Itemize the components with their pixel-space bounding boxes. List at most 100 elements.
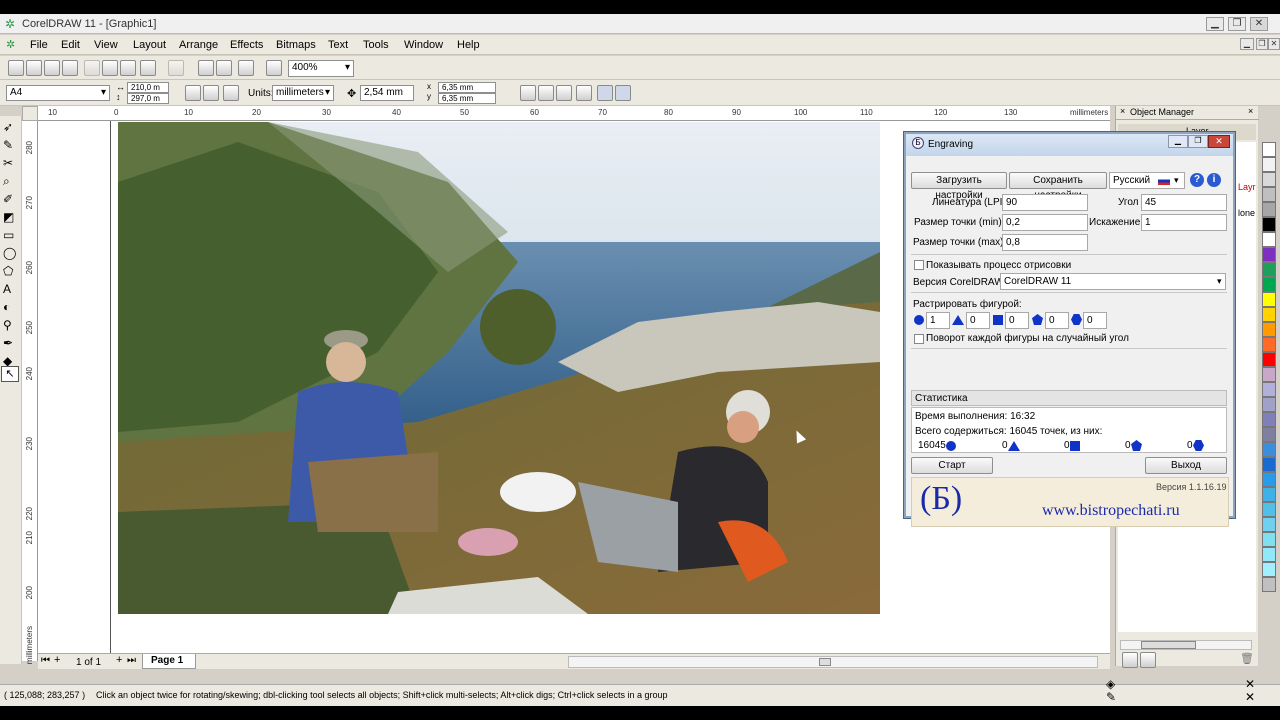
doc-close-button[interactable]: ✕ (1268, 38, 1280, 50)
palette-swatch[interactable] (1262, 472, 1276, 487)
corel-version-select[interactable]: CorelDRAW 11 ▾ (1000, 273, 1226, 290)
palette-swatch[interactable] (1262, 487, 1276, 502)
palette-swatch[interactable] (1262, 262, 1276, 277)
add-page-after-icon[interactable]: + (116, 654, 122, 666)
palette-swatch[interactable] (1262, 337, 1276, 352)
undo-icon[interactable] (140, 60, 156, 76)
dot-min-input[interactable]: 0,2 (1002, 214, 1088, 231)
scroll-thumb[interactable] (819, 658, 831, 666)
horizontal-scrollbar[interactable] (568, 656, 1098, 668)
save-settings-button[interactable]: Сохранить настройки (1009, 172, 1107, 201)
brand-banner[interactable]: (Б) Версия 1.1.16.19 www.bistropechati.r… (911, 477, 1229, 527)
app-launcher-icon[interactable] (238, 60, 254, 76)
snap-guides-icon[interactable] (538, 85, 554, 101)
menu-view[interactable]: View (94, 39, 118, 51)
doc-minimize-button[interactable]: ▁ (1240, 38, 1254, 50)
dialog-minimize-button[interactable]: ▁ (1168, 135, 1188, 148)
menu-effects[interactable]: Effects (230, 39, 263, 51)
knife-tool-icon[interactable]: ✂ (3, 156, 13, 170)
landscape-icon[interactable] (203, 85, 219, 101)
docker-scroll-thumb[interactable] (1141, 641, 1196, 649)
palette-swatch[interactable] (1262, 397, 1276, 412)
freehand-tool-icon[interactable]: ✐ (3, 192, 13, 206)
paste-icon[interactable] (120, 60, 136, 76)
rectangle-tool-icon[interactable]: ▭ (3, 228, 14, 242)
triangle-count-input[interactable]: 0 (966, 312, 990, 329)
load-settings-button[interactable]: Загрузить настройки (911, 172, 1007, 201)
save-icon[interactable] (44, 60, 60, 76)
portrait-icon[interactable] (185, 85, 201, 101)
docker-close-icon[interactable]: × (1248, 106, 1253, 116)
maximize-button[interactable]: ❐ (1228, 17, 1246, 31)
palette-swatch[interactable] (1262, 562, 1276, 577)
shape-tool-icon[interactable]: ✎ (3, 138, 13, 152)
duplicate-x-field[interactable]: 6,35 mm (438, 82, 496, 93)
redo-icon[interactable] (168, 60, 184, 76)
dynamic-guides-icon[interactable] (576, 85, 592, 101)
angle-input[interactable]: 45 (1141, 194, 1227, 211)
palette-swatch[interactable] (1262, 532, 1276, 547)
export-icon[interactable] (216, 60, 232, 76)
vertical-ruler[interactable]: 280 270 260 250 240 230 220 210 200 mill… (22, 121, 38, 664)
palette-swatch[interactable] (1262, 172, 1276, 187)
palette-swatch[interactable] (1262, 412, 1276, 427)
text-tool-icon[interactable]: A (3, 282, 11, 296)
info-icon[interactable]: i (1207, 173, 1221, 187)
paper-type-select[interactable]: A4 (6, 85, 110, 101)
palette-swatch[interactable] (1262, 367, 1276, 382)
snap-objects-icon[interactable] (556, 85, 572, 101)
menu-arrange[interactable]: Arrange (179, 39, 218, 51)
menu-tools[interactable]: Tools (363, 39, 389, 51)
all-pages-icon[interactable] (223, 85, 239, 101)
palette-swatch[interactable] (1262, 202, 1276, 217)
exit-button[interactable]: Выход (1145, 457, 1227, 474)
draw-wysiwyg-icon[interactable] (615, 85, 631, 101)
palette-swatch[interactable] (1262, 247, 1276, 262)
smart-fill-tool-icon[interactable]: ◩ (3, 210, 14, 224)
polygon-tool-icon[interactable]: ⬠ (3, 264, 13, 278)
palette-swatch[interactable] (1262, 382, 1276, 397)
pick-tool-icon[interactable]: ➶ (3, 120, 13, 134)
outline-tool-icon[interactable]: ✒ (3, 336, 13, 350)
last-page-icon[interactable]: ⏭ (127, 655, 136, 666)
pentagon-count-input[interactable]: 0 (1045, 312, 1069, 329)
palette-swatch[interactable] (1262, 232, 1276, 247)
palette-swatch[interactable] (1262, 157, 1276, 172)
delete-icon[interactable]: 🗑 (1240, 652, 1254, 665)
page-tab[interactable]: Page 1 (142, 654, 196, 669)
square-count-input[interactable]: 0 (1005, 312, 1029, 329)
snap-grid-icon[interactable] (520, 85, 536, 101)
ellipse-tool-icon[interactable]: ◯ (3, 246, 16, 260)
language-select[interactable]: Русский ▾ (1109, 172, 1185, 189)
circle-count-input[interactable]: 1 (926, 312, 950, 329)
distortion-input[interactable]: 1 (1141, 214, 1227, 231)
menu-layout[interactable]: Layout (133, 39, 166, 51)
copy-icon[interactable] (102, 60, 118, 76)
hexagon-count-input[interactable]: 0 (1083, 312, 1107, 329)
rotate-each-checkbox[interactable] (914, 334, 924, 344)
palette-swatch[interactable] (1262, 292, 1276, 307)
ruler-origin[interactable] (22, 106, 38, 121)
menu-file[interactable]: File (30, 39, 48, 51)
horizontal-ruler[interactable]: 10 0 10 20 30 40 50 60 70 80 90 100 110 … (38, 106, 1110, 121)
zoom-tool-icon[interactable]: ⌕ (3, 174, 10, 189)
first-page-icon[interactable]: ⏮ (41, 655, 50, 666)
corel-online-icon[interactable] (266, 60, 282, 76)
help-icon[interactable]: ? (1190, 173, 1204, 187)
palette-swatch[interactable] (1262, 442, 1276, 457)
add-page-before-icon[interactable]: + (54, 654, 60, 666)
cut-icon[interactable] (84, 60, 100, 76)
menu-window[interactable]: Window (404, 39, 443, 51)
menu-bitmaps[interactable]: Bitmaps (276, 39, 316, 51)
page-width-field[interactable]: 210,0 m (127, 82, 169, 93)
show-process-checkbox[interactable] (914, 260, 924, 270)
palette-swatch[interactable] (1262, 457, 1276, 472)
palette-swatch[interactable] (1262, 322, 1276, 337)
palette-swatch[interactable] (1262, 217, 1276, 232)
units-select[interactable]: millimeters (272, 85, 334, 101)
docker-close-x-icon[interactable]: × (1120, 106, 1125, 116)
page-height-field[interactable]: 297,0 m (127, 93, 169, 104)
palette-swatch[interactable] (1262, 517, 1276, 532)
import-icon[interactable] (198, 60, 214, 76)
lineature-input[interactable]: 90 (1002, 194, 1088, 211)
